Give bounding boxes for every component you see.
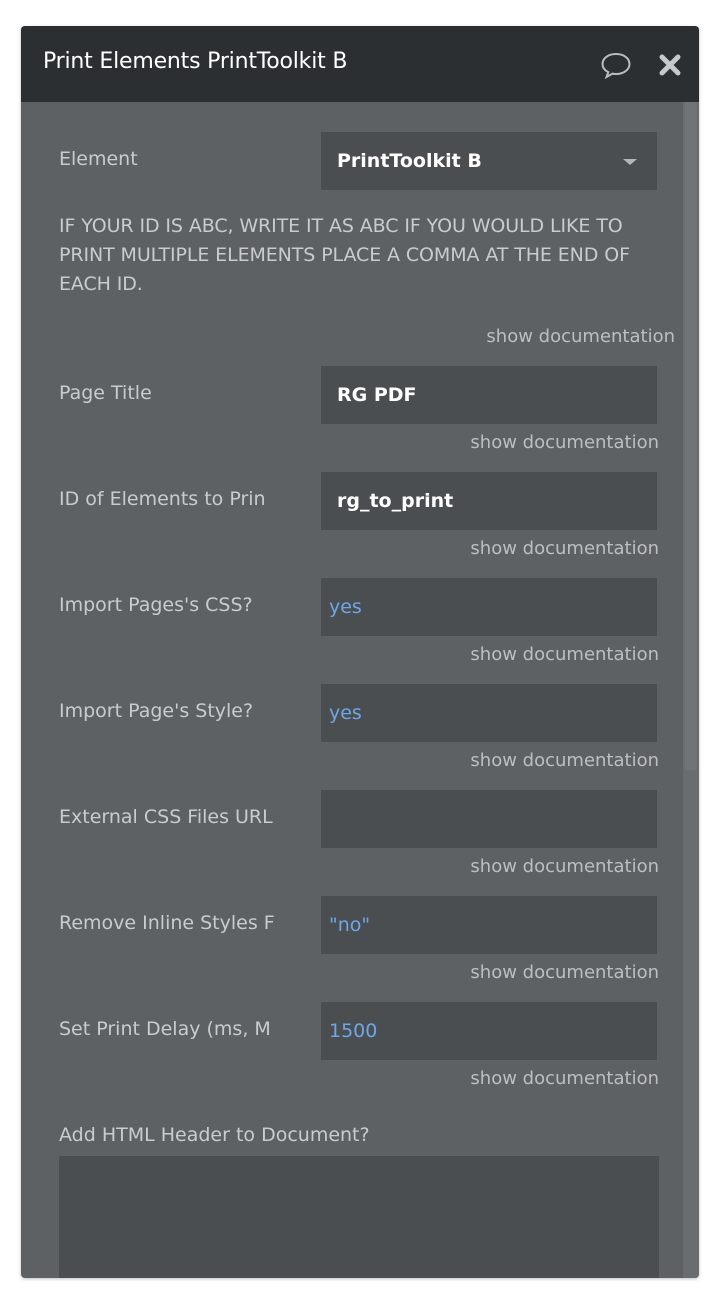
field-label: External CSS Files URL — [59, 806, 273, 828]
field-label: Remove Inline Styles F — [59, 912, 275, 934]
field-value: 1500 — [329, 1020, 378, 1042]
field-input[interactable]: "no" — [321, 896, 657, 954]
show-documentation-link[interactable]: show documentation — [470, 962, 659, 983]
field-value: RG PDF — [337, 384, 417, 406]
property-editor-panel: Print Elements PrintToolkit B Element Pr… — [21, 26, 699, 1278]
show-documentation-link[interactable]: show documentation — [470, 1068, 659, 1089]
scrollbar[interactable] — [683, 102, 699, 1278]
show-documentation-link[interactable]: show documentation — [470, 538, 659, 559]
field-input[interactable]: rg_to_print — [321, 472, 657, 530]
field-input[interactable]: yes — [321, 578, 657, 636]
field-input[interactable] — [321, 790, 657, 848]
close-icon[interactable] — [655, 50, 685, 80]
chevron-down-icon — [623, 159, 637, 165]
show-documentation-link[interactable]: show documentation — [470, 432, 659, 453]
panel-title: Print Elements PrintToolkit B — [43, 49, 348, 74]
show-documentation-link[interactable]: show documentation — [470, 856, 659, 877]
field-input[interactable]: RG PDF — [321, 366, 657, 424]
instruction-notice: IF YOUR ID IS ABC, WRITE IT AS ABC IF YO… — [59, 215, 630, 295]
field-label: Set Print Delay (ms, M — [59, 1018, 271, 1040]
field-value: rg_to_print — [337, 490, 454, 512]
close-icon-svg — [659, 54, 681, 76]
element-label: Element — [59, 148, 138, 170]
field-label: Import Page's Style? — [59, 700, 254, 722]
field-value: yes — [329, 702, 362, 724]
show-documentation-link[interactable]: show documentation — [486, 326, 675, 347]
show-documentation-link[interactable]: show documentation — [470, 750, 659, 771]
field-input[interactable]: yes — [321, 684, 657, 742]
html-header-label: Add HTML Header to Document? — [59, 1124, 370, 1146]
panel-header: Print Elements PrintToolkit B — [21, 26, 699, 102]
field-value: yes — [329, 596, 362, 618]
scrollbar-thumb[interactable] — [685, 102, 697, 770]
html-header-textarea[interactable] — [59, 1156, 659, 1278]
show-documentation-link[interactable]: show documentation — [470, 644, 659, 665]
comment-bubble-icon[interactable] — [599, 50, 633, 80]
field-label: Page Title — [59, 382, 152, 404]
field-label: Import Pages's CSS? — [59, 594, 253, 616]
element-dropdown-value: PrintToolkit B — [337, 150, 482, 172]
field-value: "no" — [329, 914, 371, 936]
field-input[interactable]: 1500 — [321, 1002, 657, 1060]
element-dropdown[interactable]: PrintToolkit B — [321, 132, 657, 190]
comment-bubble-icon-svg — [601, 52, 631, 79]
field-label: ID of Elements to Prin — [59, 488, 266, 510]
